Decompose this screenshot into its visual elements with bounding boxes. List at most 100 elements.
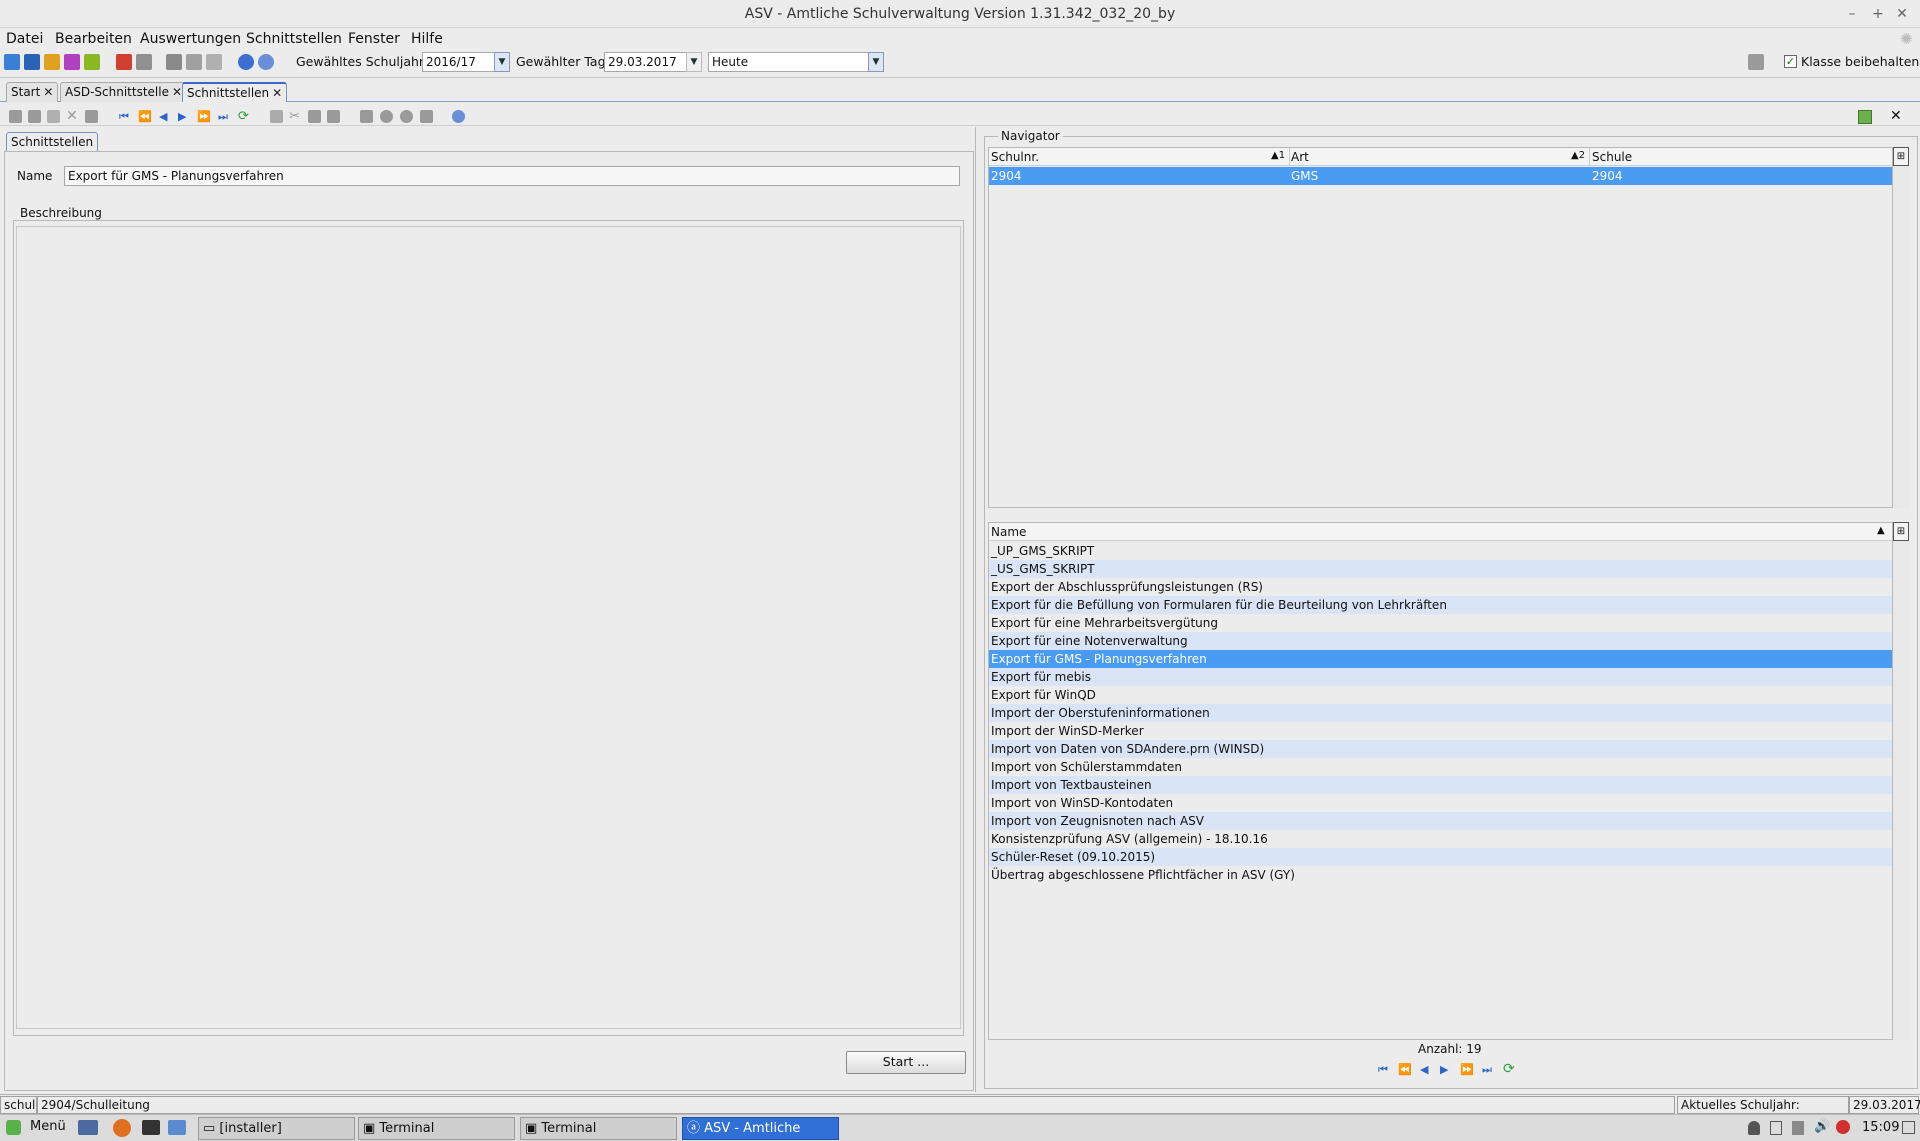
user-tray-icon[interactable] <box>1748 1121 1760 1135</box>
fast-back-icon[interactable]: ⏪ <box>138 110 152 123</box>
list-item[interactable]: _UP_GMS_SKRIPT <box>989 542 1892 560</box>
tab-start[interactable]: Start ✕ <box>6 82 59 102</box>
taskbar-item-terminal-1[interactable]: ▣ Terminal <box>358 1117 515 1140</box>
lehrkraefte-icon[interactable] <box>44 54 60 70</box>
close-window-button[interactable]: ✕ <box>1892 4 1912 24</box>
list-item[interactable]: Export für eine Notenverwaltung <box>989 632 1892 650</box>
close-panel-icon[interactable]: ✕ <box>1890 109 1903 123</box>
start-button[interactable]: Start ... <box>846 1051 966 1074</box>
chevron-down-icon[interactable]: ▼ <box>686 52 702 72</box>
tab-asd-schnittstelle[interactable]: ASD-Schnittstelle ✕ <box>60 82 188 102</box>
new-record-icon[interactable] <box>9 110 22 123</box>
taskbar-item-asv[interactable]: ⓐ ASV - Amtliche Sch... <box>682 1117 839 1140</box>
next-record-icon[interactable]: ▶ <box>1440 1063 1448 1076</box>
taskbar-item-installer[interactable]: ▭ [installer] <box>198 1117 355 1140</box>
tab-schnittstellen[interactable]: Schnittstellen ✕ <box>182 82 288 102</box>
list-item[interactable]: Export für GMS - Planungsverfahren <box>989 650 1892 668</box>
copy-icon[interactable] <box>308 110 321 123</box>
send-icon[interactable] <box>420 110 433 123</box>
bericht-icon[interactable] <box>116 54 132 70</box>
help-icon[interactable] <box>258 54 274 70</box>
menu-auswertungen[interactable]: Auswertungen <box>140 28 241 50</box>
list-item[interactable]: Übertrag abgeschlossene Pflichtfächer in… <box>989 866 1892 884</box>
schuljahr-select[interactable]: 2016/17 ▼ <box>422 52 510 72</box>
clipboard-tray-icon[interactable] <box>1770 1121 1782 1135</box>
paste-icon[interactable] <box>327 110 340 123</box>
list-item[interactable]: Export für WinQD <box>989 686 1892 704</box>
list-item[interactable]: Import von Schülerstammdaten <box>989 758 1892 776</box>
list-item[interactable]: Import der Oberstufeninformationen <box>989 704 1892 722</box>
update-shield-icon[interactable] <box>1836 1120 1850 1134</box>
first-record-icon[interactable]: ⏮ <box>1378 1063 1388 1077</box>
column-name[interactable]: Name <box>991 525 1026 539</box>
cut-icon[interactable]: ✂ <box>289 110 302 123</box>
fast-forward-icon[interactable]: ⏩ <box>197 110 211 123</box>
undo-icon[interactable] <box>47 110 60 123</box>
fast-back-icon[interactable]: ⏪ <box>1398 1063 1412 1076</box>
schools-scrollbar[interactable] <box>1893 166 1909 508</box>
close-icon[interactable]: ✕ <box>172 85 182 99</box>
fast-forward-icon[interactable]: ⏩ <box>1460 1063 1474 1076</box>
tag-date-field[interactable]: 29.03.2017 ▼ <box>604 52 702 72</box>
menu-button[interactable]: Menü <box>30 1119 66 1134</box>
refresh-icon[interactable]: ⟳ <box>238 110 251 123</box>
list-item[interactable]: Konsistenzprüfung ASV (allgemein) - 18.1… <box>989 830 1892 848</box>
schule-icon[interactable] <box>84 54 100 70</box>
search-icon[interactable] <box>380 110 393 123</box>
list-icon[interactable] <box>85 110 98 123</box>
next-record-icon[interactable]: ▶ <box>178 110 191 123</box>
list-item[interactable]: Schüler-Reset (09.10.2015) <box>989 848 1892 866</box>
save-icon[interactable] <box>28 110 41 123</box>
heute-select[interactable]: Heute ▼ <box>708 52 884 72</box>
back-arrow-icon[interactable] <box>270 110 283 123</box>
menu-fenster[interactable]: Fenster <box>348 28 400 50</box>
klassen-icon[interactable] <box>24 54 40 70</box>
first-record-icon[interactable]: ⏮ <box>119 110 132 123</box>
close-icon[interactable]: ✕ <box>272 86 282 100</box>
list-item[interactable]: Export für mebis <box>989 668 1892 686</box>
info-icon[interactable] <box>238 54 254 70</box>
taskbar-item-terminal-2[interactable]: ▣ Terminal <box>520 1117 677 1140</box>
list-scrollbar[interactable] <box>1893 541 1909 1040</box>
column-chooser-icon[interactable]: ⊞ <box>1893 147 1909 166</box>
files-icon[interactable] <box>168 1120 186 1135</box>
maximize-button[interactable]: + <box>1868 4 1888 24</box>
mail-icon[interactable] <box>186 54 202 70</box>
sync-icon[interactable] <box>1858 110 1872 124</box>
menu-datei[interactable]: Datei <box>6 28 43 50</box>
last-record-icon[interactable]: ⏭ <box>218 110 231 123</box>
network-tray-icon[interactable] <box>1792 1121 1804 1135</box>
list-item[interactable]: Import der WinSD-Merker <box>989 722 1892 740</box>
list-item[interactable]: Export für die Befüllung von Formularen … <box>989 596 1892 614</box>
list-item[interactable]: Import von Daten von SDAndere.prn (WINSD… <box>989 740 1892 758</box>
list-item[interactable]: Export der Abschlussprüfungsleistungen (… <box>989 578 1892 596</box>
notification-icon[interactable] <box>1902 1121 1915 1134</box>
minimize-button[interactable]: – <box>1842 4 1862 24</box>
print-icon[interactable] <box>360 110 373 123</box>
column-art[interactable]: Art <box>1291 150 1309 164</box>
terminal-icon[interactable] <box>142 1120 160 1135</box>
table-row[interactable]: 2904 GMS 2904 <box>989 167 1892 185</box>
drucken-icon[interactable] <box>136 54 152 70</box>
beschreibung-textarea[interactable] <box>16 226 961 1029</box>
menu-bearbeiten[interactable]: Bearbeiten <box>55 28 132 50</box>
menu-hilfe[interactable]: Hilfe <box>411 28 443 50</box>
help-icon[interactable] <box>452 110 465 123</box>
blitz-icon[interactable] <box>206 54 222 70</box>
firefox-icon[interactable] <box>113 1119 131 1137</box>
column-schule[interactable]: Schule <box>1592 150 1632 164</box>
unterricht-icon[interactable] <box>64 54 80 70</box>
kopieren-icon[interactable] <box>166 54 182 70</box>
prev-record-icon[interactable]: ◀ <box>1420 1063 1428 1076</box>
delete-icon[interactable]: ✕ <box>66 109 79 123</box>
chevron-down-icon[interactable]: ▼ <box>868 52 884 72</box>
subtab-schnittstellen[interactable]: Schnittstellen <box>6 132 99 151</box>
chevron-down-icon[interactable]: ▼ <box>494 52 510 72</box>
mint-menu-icon[interactable] <box>6 1120 21 1135</box>
list-item[interactable]: Import von WinSD-Kontodaten <box>989 794 1892 812</box>
column-chooser-icon[interactable]: ⊞ <box>1893 522 1909 541</box>
list-item[interactable]: Import von Zeugnisnoten nach ASV <box>989 812 1892 830</box>
refresh-icon[interactable]: ⟳ <box>1503 1061 1515 1077</box>
klasse-beibehalten-checkbox[interactable]: ✓ <box>1784 55 1797 68</box>
name-field[interactable]: Export für GMS - Planungsverfahren <box>64 166 960 186</box>
